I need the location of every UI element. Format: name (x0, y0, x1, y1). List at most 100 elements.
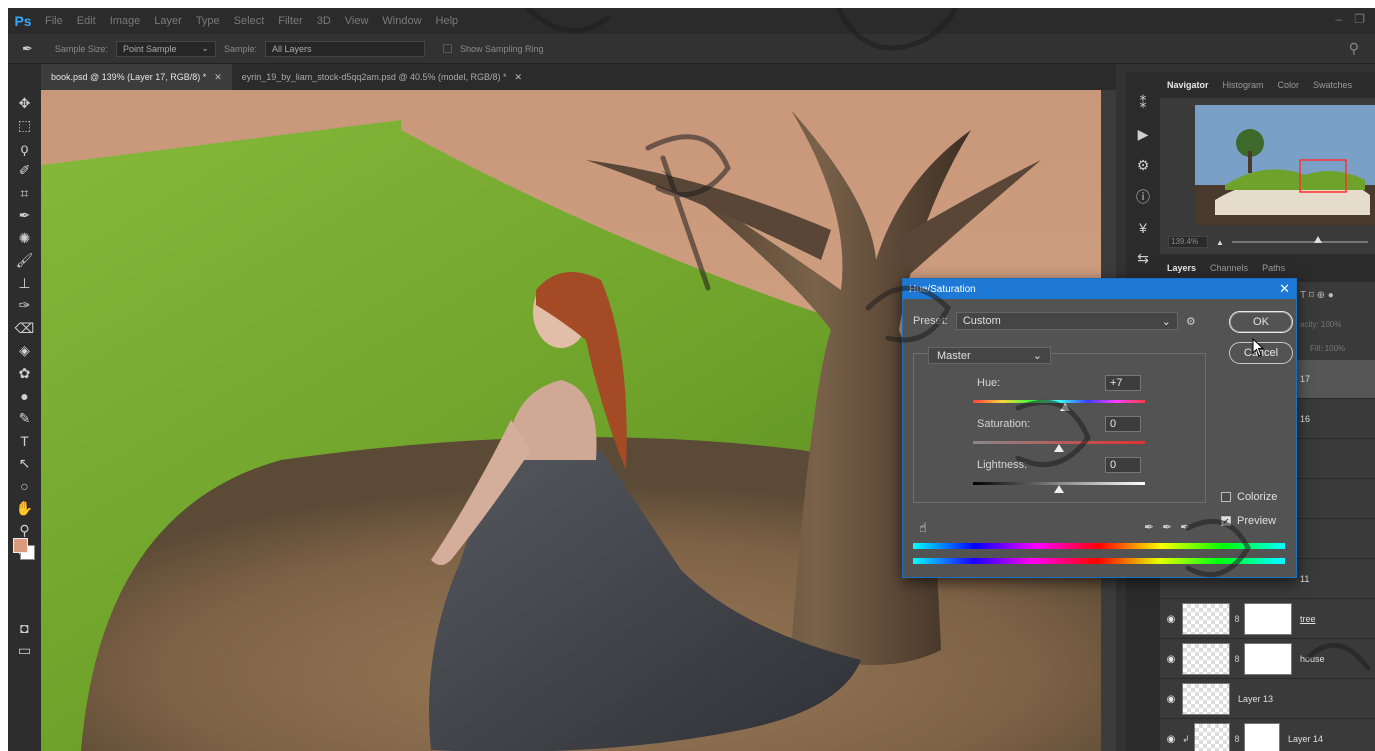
screen-mode-icon[interactable]: ▭ (11, 639, 39, 662)
restore-icon[interactable]: ❐ (1354, 12, 1365, 26)
layer-mask-thumbnail[interactable] (1244, 723, 1280, 751)
eye-icon[interactable]: ◉ (1160, 654, 1182, 665)
zoom-slider-knob[interactable] (1313, 236, 1322, 243)
layer-mask-thumbnail[interactable] (1244, 643, 1292, 675)
menu-layer[interactable]: Layer (147, 15, 189, 27)
search-icon[interactable]: ⚲ (1349, 40, 1359, 57)
minimize-icon[interactable]: – (1336, 12, 1343, 26)
colorize-option[interactable]: Colorize (1221, 491, 1277, 503)
hand-icon[interactable]: ✋ (11, 497, 39, 520)
sample-select[interactable]: All Layers (264, 40, 425, 57)
ellipse-icon[interactable]: ○ (11, 475, 39, 498)
lasso-icon[interactable]: ϙ (11, 137, 39, 160)
sample-size-select[interactable]: Point Sample ⌄ (115, 40, 216, 57)
tab-channels[interactable]: Channels (1203, 263, 1255, 273)
hue-slider-track[interactable] (973, 400, 1145, 403)
lightness-slider-knob[interactable] (1054, 485, 1064, 493)
zoom-level-field[interactable]: 139.4% (1168, 236, 1208, 248)
targeted-adjustment-hand-icon[interactable]: ☝ (919, 520, 927, 536)
navigator-thumbnail[interactable] (1195, 105, 1375, 225)
ok-button[interactable]: OK (1229, 311, 1293, 333)
preview-checkbox[interactable]: ✔ (1221, 516, 1231, 526)
tab-navigator[interactable]: Navigator (1160, 80, 1216, 90)
crop-icon[interactable]: ⌗ (11, 182, 39, 205)
menu-file[interactable]: File (38, 15, 70, 27)
type-icon[interactable]: T (11, 430, 39, 453)
paint-bucket-icon[interactable]: ◈ (11, 340, 39, 363)
eye-icon[interactable]: ◉ (1160, 694, 1182, 705)
menu-select[interactable]: Select (227, 15, 272, 27)
actions-play-icon[interactable]: ▶ (1128, 119, 1158, 150)
marquee-icon[interactable]: ⬚ (11, 115, 39, 138)
pen-icon[interactable]: ✎ (11, 407, 39, 430)
layer-name[interactable]: tree (1292, 614, 1316, 624)
layer-mask-thumbnail[interactable] (1244, 603, 1292, 635)
saturation-slider-knob[interactable] (1054, 444, 1064, 452)
hue-value-field[interactable]: +7 (1105, 375, 1141, 391)
eyedropper-minus-icon[interactable]: ✒ (1180, 520, 1190, 534)
healing-icon[interactable]: ✺ (11, 227, 39, 250)
gear-icon[interactable]: ⚙ (1186, 315, 1196, 328)
eye-icon[interactable]: ◉ (1160, 734, 1182, 745)
layer-name[interactable]: house (1292, 654, 1325, 664)
layer-row-layer-13[interactable]: ◉ Layer 13 (1160, 680, 1375, 719)
properties-icon[interactable]: ⚙ (1128, 150, 1158, 181)
eyedropper-icon[interactable]: ✒ (1144, 520, 1154, 534)
close-icon[interactable]: ✕ (1279, 281, 1290, 297)
blur-icon[interactable]: ✿ (11, 362, 39, 385)
preset-select[interactable]: Custom ⌄ (955, 312, 1178, 330)
colorize-checkbox[interactable] (1221, 492, 1231, 502)
quickmask-icon[interactable]: ◘ (11, 617, 39, 640)
menu-3d[interactable]: 3D (310, 15, 338, 27)
layer-row-layer-14[interactable]: ◉ ↲ 8 Layer 14 (1160, 720, 1375, 751)
path-select-icon[interactable]: ↖ (11, 452, 39, 475)
opacity-value[interactable]: 100% (1321, 320, 1341, 329)
tab-histogram[interactable]: Histogram (1216, 80, 1271, 90)
lightness-value-field[interactable]: 0 (1105, 457, 1141, 473)
fill-control[interactable]: Fill: 100% (1310, 344, 1345, 353)
dialog-titlebar[interactable]: Hue/Saturation ✕ (903, 279, 1296, 299)
fill-value[interactable]: 100% (1325, 344, 1345, 353)
show-ring-checkbox[interactable] (442, 44, 452, 53)
close-icon[interactable]: ✕ (214, 72, 222, 83)
brush-icon[interactable]: 🖌 (11, 250, 39, 273)
close-icon[interactable]: ✕ (515, 72, 523, 83)
menu-filter[interactable]: Filter (271, 15, 309, 27)
zoom-slider[interactable] (1231, 236, 1368, 243)
layer-filter-icons[interactable]: T ⌑ ⊕ ● (1300, 290, 1334, 301)
layer-row-tree[interactable]: ◉ 8 tree (1160, 600, 1375, 639)
channel-select[interactable]: Master ⌄ (928, 347, 1051, 364)
tab-book-psd[interactable]: book.psd @ 139% (Layer 17, RGB/8) * ✕ (41, 64, 232, 90)
quick-select-icon[interactable]: ✐ (11, 160, 39, 183)
history-brush-icon[interactable]: ✑ (11, 295, 39, 318)
chain-link-icon[interactable]: 8 (1230, 654, 1244, 664)
stamp-icon[interactable]: ⊥ (11, 272, 39, 295)
adjustments-icon[interactable]: ⇆ (1128, 243, 1158, 274)
saturation-value-field[interactable]: 0 (1105, 416, 1141, 432)
tab-paths[interactable]: Paths (1255, 263, 1292, 273)
zoom-out-icon[interactable]: ▲ (1216, 238, 1224, 247)
layer-row-house[interactable]: ◉ 8 house (1160, 640, 1375, 679)
hue-slider-knob[interactable] (1060, 403, 1070, 411)
layer-name[interactable]: Layer 13 (1230, 694, 1273, 704)
menu-edit[interactable]: Edit (70, 15, 103, 27)
move-icon[interactable]: ✥ (11, 92, 39, 115)
info-icon[interactable]: ⓘ (1128, 181, 1158, 212)
menu-window[interactable]: Window (375, 15, 428, 27)
tab-layers[interactable]: Layers (1160, 263, 1203, 273)
chain-link-icon[interactable]: 8 (1230, 614, 1244, 624)
eraser-icon[interactable]: ⌫ (11, 317, 39, 340)
eyedropper-preset-icon[interactable]: ✒ (22, 41, 33, 57)
dodge-icon[interactable]: ● (11, 385, 39, 408)
history-icon[interactable]: ⁑ (1128, 88, 1158, 119)
menu-view[interactable]: View (338, 15, 376, 27)
chain-link-icon[interactable]: 8 (1230, 734, 1244, 744)
tab-eyrin-psd[interactable]: eyrin_19_by_liam_stock-d5qq2am.psd @ 40.… (232, 64, 532, 90)
menu-image[interactable]: Image (103, 15, 148, 27)
eyedropper-icon[interactable]: ✒ (11, 205, 39, 228)
foreground-color-swatch[interactable] (13, 538, 28, 553)
menu-help[interactable]: Help (429, 15, 466, 27)
eyedropper-plus-icon[interactable]: ✒ (1162, 520, 1172, 534)
eye-icon[interactable]: ◉ (1160, 614, 1182, 625)
tab-color[interactable]: Color (1271, 80, 1307, 90)
